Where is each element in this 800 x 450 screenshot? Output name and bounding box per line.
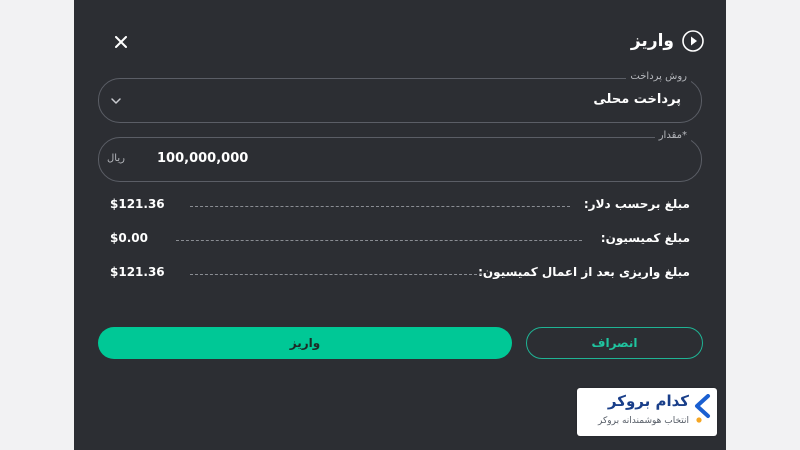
- chevron-down-icon[interactable]: [109, 94, 123, 108]
- brand-subtitle: انتخاب هوشمندانه بروکر: [598, 416, 689, 426]
- dotted-leader: [190, 206, 570, 207]
- payment-method-label: روش پرداخت: [626, 71, 691, 82]
- amount-input[interactable]: [157, 151, 357, 166]
- payment-method-select[interactable]: روش پرداخت پرداخت محلی: [98, 71, 702, 123]
- brand-watermark: کدام بروکر انتخاب هوشمندانه بروکر: [577, 388, 717, 436]
- dialog-header: واریز: [631, 30, 704, 52]
- summary-row-net: مبلغ واریزی بعد از اعمال کمیسیون: $121.3…: [110, 265, 690, 283]
- amount-field[interactable]: *مقدار ریال: [98, 130, 702, 182]
- currency-unit: ریال: [107, 153, 125, 164]
- dotted-leader: [190, 274, 482, 275]
- summary-label: مبلغ برحسب دلار:: [583, 197, 690, 211]
- summary-row-commission: مبلغ کمیسیون: $0.00: [110, 231, 690, 249]
- close-button[interactable]: [110, 31, 132, 53]
- summary-value: $0.00: [110, 231, 148, 245]
- play-circle-icon: [682, 30, 704, 52]
- dotted-leader: [176, 240, 582, 241]
- summary-row-usd: مبلغ برحسب دلار: $121.36: [110, 197, 690, 215]
- close-icon: [115, 36, 127, 48]
- payment-method-value: پرداخت محلی: [593, 92, 681, 107]
- amount-label: *مقدار: [654, 130, 691, 141]
- deposit-button[interactable]: واریز: [98, 327, 512, 359]
- summary-label: مبلغ واریزی بعد از اعمال کمیسیون:: [478, 265, 690, 279]
- summary-value: $121.36: [110, 197, 165, 211]
- brand-title: کدام بروکر: [607, 392, 689, 410]
- cancel-button[interactable]: انصراف: [526, 327, 703, 359]
- summary-value: $121.36: [110, 265, 165, 279]
- brand-logo-icon: [695, 394, 710, 423]
- summary-label: مبلغ کمیسیون:: [600, 231, 690, 245]
- deposit-dialog: واریز روش پرداخت پرداخت محلی *مقدار ریال…: [74, 0, 726, 450]
- dialog-title: واریز: [630, 31, 674, 51]
